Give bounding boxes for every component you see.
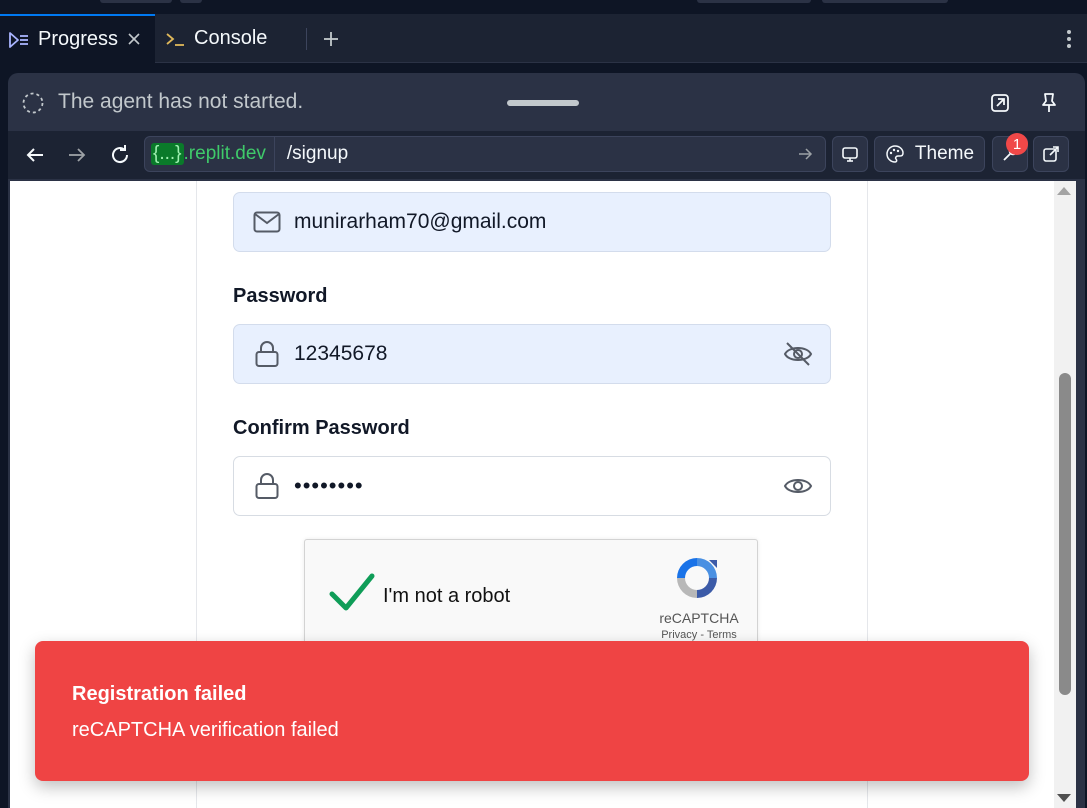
recaptcha-widget[interactable]: I'm not a robot reCAPTCHA Privacy - Term… [304, 539, 758, 651]
url-bar[interactable]: {...} .replit.dev /signup [144, 136, 826, 172]
external-link-icon [1043, 146, 1059, 162]
close-icon[interactable] [123, 28, 145, 50]
window-top-strip [0, 0, 1087, 14]
more-options-icon[interactable] [1059, 26, 1079, 52]
url-path-input[interactable]: /signup [275, 143, 791, 165]
pop-out-icon[interactable] [986, 89, 1014, 117]
reload-icon[interactable] [104, 139, 136, 171]
top-pill [100, 0, 172, 3]
device-preview-button[interactable] [832, 136, 868, 172]
agent-status-text: The agent has not started. [58, 90, 304, 113]
loading-spinner-icon [22, 92, 44, 114]
tab-console[interactable]: Console [156, 14, 306, 63]
lock-icon [252, 471, 282, 501]
toast-description: reCAPTCHA verification failed [72, 719, 339, 741]
palette-icon [886, 145, 904, 163]
open-external-button[interactable] [1033, 136, 1069, 172]
scrollbar[interactable] [1054, 181, 1076, 808]
eye-off-icon[interactable] [782, 338, 814, 370]
recaptcha-privacy-links[interactable]: Privacy - Terms [645, 629, 753, 641]
add-tab-button[interactable] [318, 26, 344, 52]
toast-title: Registration failed [72, 683, 247, 705]
notification-badge: 1 [1006, 133, 1028, 155]
checkmark-icon[interactable] [329, 572, 375, 612]
lock-icon [252, 339, 282, 369]
recaptcha-label: I'm not a robot [383, 585, 511, 607]
top-pill [697, 0, 811, 3]
mail-icon [252, 207, 282, 237]
tab-divider [306, 28, 307, 50]
pane-tab-bar: Progress Console [0, 14, 1087, 63]
tab-label: Progress [38, 28, 119, 50]
drag-handle[interactable] [507, 100, 579, 106]
theme-label: Theme [914, 143, 975, 164]
progress-icon [8, 29, 30, 51]
url-host-domain: .replit.dev [183, 143, 266, 164]
recaptcha-brand: reCAPTCHA [659, 610, 739, 626]
tab-label: Console [194, 27, 268, 49]
theme-button[interactable]: Theme [874, 136, 985, 172]
error-toast[interactable]: Registration failed reCAPTCHA verificati… [35, 641, 1029, 781]
top-pill [822, 0, 948, 3]
url-host-prefix: {...} [151, 143, 184, 165]
url-host: {...} .replit.dev [145, 137, 275, 171]
email-field[interactable]: munirarham70@gmail.com [233, 192, 831, 252]
go-arrow-icon[interactable] [791, 140, 819, 168]
back-arrow-icon[interactable] [19, 139, 51, 171]
pin-icon[interactable] [1035, 89, 1063, 117]
recaptcha-logo-icon [677, 558, 717, 598]
password-value: 12345678 [294, 342, 388, 365]
email-value: munirarham70@gmail.com [294, 210, 547, 233]
confirm-password-label: Confirm Password [233, 417, 410, 439]
terminal-icon [164, 28, 186, 50]
confirm-password-field[interactable]: •••••••• [233, 456, 831, 516]
forward-arrow-icon[interactable] [61, 139, 93, 171]
agent-status-row: The agent has not started. [8, 73, 1085, 131]
tab-progress[interactable]: Progress [0, 14, 155, 63]
monitor-icon [842, 147, 858, 162]
scrollbar-thumb[interactable] [1059, 373, 1071, 695]
password-field[interactable]: 12345678 [233, 324, 831, 384]
top-pill [180, 0, 202, 3]
confirm-password-value: •••••••• [294, 473, 364, 498]
scroll-down-arrow-icon[interactable] [1057, 794, 1071, 802]
eye-icon[interactable] [782, 470, 814, 502]
password-label: Password [233, 285, 328, 307]
scroll-up-arrow-icon[interactable] [1057, 187, 1071, 195]
browser-toolbar: {...} .replit.dev /signup Theme [8, 131, 1085, 179]
